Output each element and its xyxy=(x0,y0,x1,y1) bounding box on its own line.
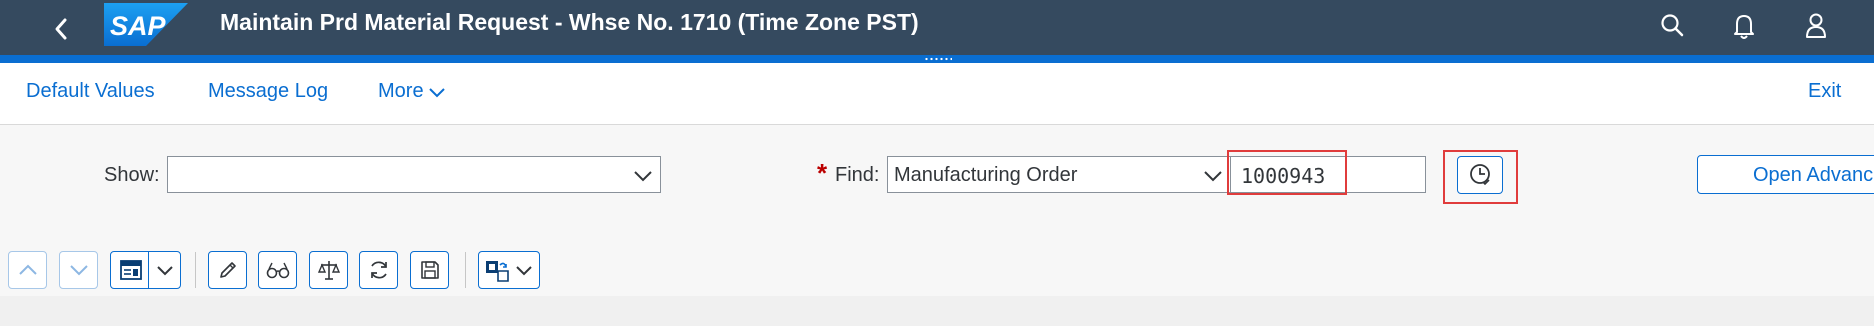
message-log-button[interactable]: Message Log xyxy=(208,80,328,103)
scroll-down-button[interactable] xyxy=(59,251,98,289)
toolbar-separator xyxy=(465,252,466,288)
required-marker: * xyxy=(817,158,828,188)
toolbar-separator xyxy=(195,252,196,288)
refresh-button[interactable] xyxy=(359,251,398,289)
user-menu-button[interactable] xyxy=(1801,10,1831,42)
back-button[interactable] xyxy=(46,8,76,48)
process-menu-button[interactable] xyxy=(478,251,540,289)
layout-icon xyxy=(120,260,142,280)
chevron-down-icon xyxy=(516,266,532,276)
save-icon xyxy=(421,261,439,279)
search-icon xyxy=(1661,14,1684,37)
clock-history-icon xyxy=(1470,164,1490,186)
scroll-up-icon xyxy=(19,264,37,275)
open-advanced-label: Open Advanc xyxy=(1753,164,1874,186)
glasses-icon xyxy=(266,262,290,279)
chevron-down-icon xyxy=(1204,171,1222,182)
history-button[interactable] xyxy=(1457,156,1503,194)
search-button[interactable] xyxy=(1658,10,1688,42)
back-icon xyxy=(55,18,67,40)
exit-button[interactable]: Exit xyxy=(1808,80,1841,103)
more-label: More xyxy=(378,80,424,102)
bell-icon xyxy=(1734,15,1754,39)
user-icon xyxy=(1806,13,1826,38)
balance-icon xyxy=(317,261,341,280)
edit-icon xyxy=(220,262,236,278)
show-dropdown[interactable] xyxy=(167,156,661,193)
default-values-button[interactable]: Default Values xyxy=(26,80,155,103)
chevron-down-icon xyxy=(157,266,173,276)
balance-button[interactable] xyxy=(309,251,348,289)
chevron-down-icon xyxy=(634,171,652,182)
shell-bar: SAP Maintain Prd Material Request - Whse… xyxy=(0,0,1874,55)
app-title: Maintain Prd Material Request - Whse No.… xyxy=(220,9,919,35)
scroll-down-icon xyxy=(70,265,88,276)
sap-logo-text: SAP xyxy=(110,11,167,41)
open-advanced-search-button[interactable]: Open Advanc xyxy=(1697,155,1874,194)
sap-logo[interactable]: SAP xyxy=(104,3,188,46)
notifications-button[interactable] xyxy=(1729,10,1759,42)
edit-button[interactable] xyxy=(208,251,247,289)
chevron-down-icon xyxy=(428,88,445,98)
find-label: Find: xyxy=(835,164,880,186)
scroll-up-button[interactable] xyxy=(8,251,47,289)
resize-handle[interactable] xyxy=(924,57,952,61)
find-type-value: Manufacturing Order xyxy=(894,164,1078,186)
content-area xyxy=(0,296,1874,326)
save-button[interactable] xyxy=(410,251,449,289)
layout-menu-button[interactable] xyxy=(110,251,181,289)
find-value-input[interactable]: 1000943 xyxy=(1230,156,1426,193)
process-icon xyxy=(486,261,509,282)
find-value-text: 1000943 xyxy=(1241,164,1326,188)
find-type-dropdown[interactable]: Manufacturing Order xyxy=(887,156,1231,193)
application-toolbar: Default Values Message Log More Exit xyxy=(0,63,1874,125)
refresh-icon xyxy=(371,261,387,279)
more-menu-button[interactable]: More xyxy=(378,80,446,103)
show-label: Show: xyxy=(104,164,160,186)
display-button[interactable] xyxy=(258,251,297,289)
